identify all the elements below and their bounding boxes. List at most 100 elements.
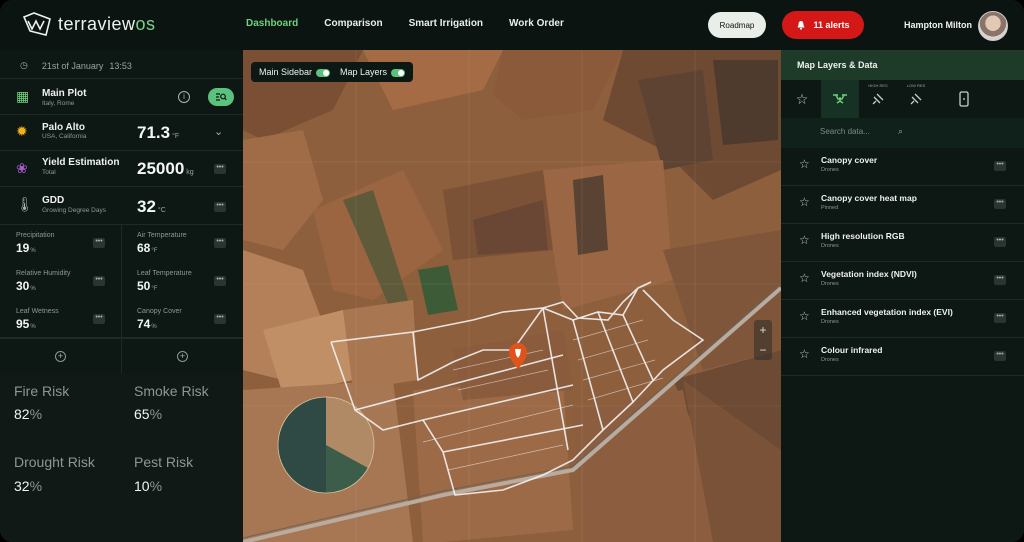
satellite-map[interactable]: Main Sidebar Map Layers + − bbox=[243, 50, 781, 542]
weather-temp: 71.3 °F bbox=[137, 123, 180, 142]
layer-more-button[interactable]: ••• bbox=[994, 351, 1006, 361]
zoom-control: + − bbox=[754, 320, 772, 360]
layer-name: High resolution RGB bbox=[821, 231, 905, 241]
star-icon[interactable]: ☆ bbox=[799, 271, 810, 285]
layer-item[interactable]: ☆ Canopy cover heat map Pinned ••• bbox=[781, 186, 1024, 224]
star-icon: ☆ bbox=[795, 90, 809, 107]
layer-source: Drones bbox=[821, 281, 839, 287]
main-sidebar-toggle[interactable]: Main Sidebar bbox=[259, 67, 331, 77]
layer-source: Drones bbox=[821, 319, 839, 325]
risk-label: Smoke Risk bbox=[134, 383, 209, 399]
bell-icon bbox=[797, 21, 805, 30]
layer-more-button[interactable]: ••• bbox=[994, 275, 1006, 285]
star-icon[interactable]: ☆ bbox=[799, 157, 810, 171]
star-icon[interactable]: ☆ bbox=[799, 233, 810, 247]
plot-search-button[interactable] bbox=[208, 88, 234, 106]
map-layers-toggle[interactable]: Map Layers bbox=[340, 67, 406, 77]
risk-value: 10% bbox=[134, 478, 163, 494]
info-icon[interactable]: i bbox=[178, 91, 190, 103]
alerts-button[interactable]: 11 alerts bbox=[782, 11, 864, 39]
star-icon[interactable]: ☆ bbox=[799, 195, 810, 209]
risk-value: 82% bbox=[14, 406, 43, 422]
star-icon[interactable]: ☆ bbox=[799, 309, 810, 323]
gdd-value: 32 °C bbox=[137, 197, 166, 216]
user-name[interactable]: Hampton Milton bbox=[904, 20, 972, 30]
weather-row[interactable]: ✹ Palo Alto USA, California 71.3 °F ⌄ bbox=[0, 114, 243, 150]
yield-row: ❀ Yield Estimation Total 25000 kg ••• bbox=[0, 150, 243, 186]
tab-device[interactable] bbox=[945, 80, 983, 118]
metric-label: Leaf Temperature bbox=[137, 270, 192, 277]
gdd-more-button[interactable]: ••• bbox=[214, 202, 226, 212]
layer-item[interactable]: ☆ Vegetation index (NDVI) Drones ••• bbox=[781, 262, 1024, 300]
metric-value: 74% bbox=[137, 317, 157, 331]
search-input[interactable] bbox=[820, 127, 910, 136]
brand-logo[interactable]: terraviewos bbox=[22, 11, 156, 37]
metric-more-button[interactable]: ••• bbox=[214, 314, 226, 324]
satellite-icon bbox=[872, 93, 884, 105]
layer-more-button[interactable]: ••• bbox=[994, 313, 1006, 323]
tab-favorites[interactable]: ☆ bbox=[783, 80, 821, 118]
layer-more-button[interactable]: ••• bbox=[994, 199, 1006, 209]
drone-icon bbox=[833, 94, 847, 104]
avatar[interactable] bbox=[978, 11, 1008, 41]
metric-value: 30% bbox=[16, 279, 36, 293]
yield-title: Yield Estimation bbox=[42, 157, 120, 168]
metric-more-button[interactable]: ••• bbox=[93, 276, 105, 286]
date-text: 21st of January bbox=[41, 60, 104, 71]
nav-work-order[interactable]: Work Order bbox=[509, 18, 564, 29]
add-widget-button[interactable]: + bbox=[177, 351, 188, 362]
metric-more-button[interactable]: ••• bbox=[214, 238, 226, 248]
tab-low-res[interactable]: LOW RES bbox=[897, 80, 935, 118]
main-nav: Dashboard Comparison Smart Irrigation Wo… bbox=[246, 18, 564, 29]
alerts-count: 11 alerts bbox=[813, 20, 850, 30]
tab-drones[interactable] bbox=[821, 80, 859, 118]
search-bar: ⌕ bbox=[781, 118, 1024, 148]
layer-source: Drones bbox=[821, 243, 839, 249]
app-window: terraviewos Dashboard Comparison Smart I… bbox=[0, 0, 1024, 542]
roadmap-button[interactable]: Roadmap bbox=[708, 12, 766, 38]
weather-city: Palo Alto bbox=[42, 122, 85, 133]
search-icon[interactable]: ⌕ bbox=[898, 126, 903, 137]
layer-name: Canopy cover bbox=[821, 155, 878, 165]
add-widget-button[interactable]: + bbox=[55, 351, 66, 362]
panel-title: Map Layers & Data bbox=[781, 50, 1024, 80]
star-icon[interactable]: ☆ bbox=[799, 347, 810, 361]
nav-smart-irrigation[interactable]: Smart Irrigation bbox=[409, 18, 483, 29]
zoom-in-button[interactable]: + bbox=[754, 320, 772, 340]
plot-row[interactable]: ▦ Main Plot Italy, Rome i bbox=[0, 78, 243, 114]
layer-name: Canopy cover heat map bbox=[821, 193, 917, 203]
layer-item[interactable]: ☆ Enhanced vegetation index (EVI) Drones… bbox=[781, 300, 1024, 338]
satellite-icon bbox=[910, 93, 922, 105]
risk-value: 65% bbox=[134, 406, 163, 422]
layer-item[interactable]: ☆ Canopy cover Drones ••• bbox=[781, 148, 1024, 186]
top-bar: terraviewos Dashboard Comparison Smart I… bbox=[0, 0, 1024, 50]
layer-source: Pinned bbox=[821, 205, 839, 211]
nav-comparison[interactable]: Comparison bbox=[324, 18, 382, 29]
layer-item[interactable]: ☆ High resolution RGB Drones ••• bbox=[781, 224, 1024, 262]
gdd-row: 🌡 GDD Growing Degree Days 32 °C ••• bbox=[0, 186, 243, 224]
time-text: 13:53 bbox=[109, 60, 132, 71]
yield-value: 25000 kg bbox=[137, 159, 194, 178]
chevron-down-icon[interactable]: ⌄ bbox=[214, 125, 223, 138]
metric-value: 50°F bbox=[137, 279, 158, 293]
search-list-icon bbox=[216, 93, 227, 101]
brand-name: terraviewos bbox=[58, 13, 156, 34]
metric-value: 95% bbox=[16, 317, 36, 331]
phone-icon bbox=[959, 91, 969, 107]
risk-label: Drought Risk bbox=[14, 454, 95, 470]
layer-more-button[interactable]: ••• bbox=[994, 161, 1006, 171]
metric-label: Air Temperature bbox=[137, 232, 187, 239]
metric-value: 68°F bbox=[137, 241, 158, 255]
metric-label: Relative Humidity bbox=[16, 270, 71, 277]
metric-more-button[interactable]: ••• bbox=[93, 314, 105, 324]
satellite-imagery bbox=[243, 50, 781, 542]
metric-more-button[interactable]: ••• bbox=[214, 276, 226, 286]
layer-item[interactable]: ☆ Colour infrared Drones ••• bbox=[781, 338, 1024, 376]
switch-icon bbox=[391, 68, 406, 77]
nav-dashboard[interactable]: Dashboard bbox=[246, 18, 298, 29]
layer-more-button[interactable]: ••• bbox=[994, 237, 1006, 247]
tab-high-res[interactable]: HIGH RES bbox=[859, 80, 897, 118]
yield-more-button[interactable]: ••• bbox=[214, 164, 226, 174]
metric-more-button[interactable]: ••• bbox=[93, 238, 105, 248]
zoom-out-button[interactable]: − bbox=[754, 340, 772, 360]
